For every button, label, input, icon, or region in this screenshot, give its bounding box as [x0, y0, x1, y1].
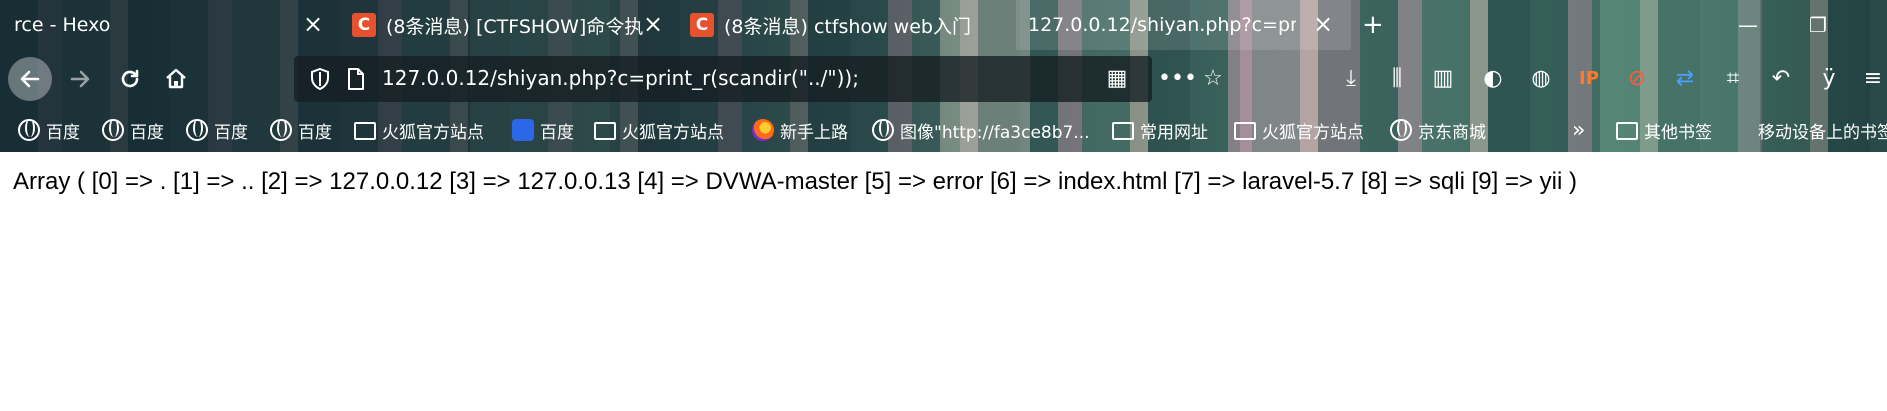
- bookmark-item[interactable]: 百度: [18, 117, 80, 143]
- bookmark-item[interactable]: 新手上路: [752, 117, 848, 143]
- bookmark-folder[interactable]: 火狐官方站点: [1234, 117, 1364, 143]
- bookmark-label: 百度: [298, 122, 332, 143]
- page-content: Array ( [0] => . [1] => .. [2] => 127.0.…: [0, 152, 1887, 411]
- bookmark-item[interactable]: 百度: [186, 117, 248, 143]
- bookmark-item[interactable]: 京东商城: [1390, 117, 1486, 143]
- home-button[interactable]: [154, 57, 198, 101]
- nav-toolbar: 127.0.0.12/shiyan.php?c=print_r(scandir(…: [0, 50, 1887, 108]
- bookmark-label: 火狐官方站点: [622, 122, 724, 143]
- bookmark-label: 火狐官方站点: [382, 122, 484, 143]
- close-tab-icon[interactable]: ×: [1311, 12, 1335, 36]
- block-icon[interactable]: ⊘: [1622, 64, 1652, 94]
- tab-title: 127.0.0.12/shiyan.php?c=print_r: [1028, 14, 1296, 36]
- tab-shiyan-active[interactable]: 127.0.0.12/shiyan.php?c=print_r ×: [1016, 0, 1351, 50]
- double-chevron-right-icon: »: [1572, 117, 1586, 143]
- bookmark-label: 其他书签: [1644, 122, 1712, 143]
- download-icon[interactable]: ⤓: [1336, 64, 1366, 94]
- close-tab-icon[interactable]: ×: [641, 12, 665, 36]
- arrow-right-icon: [70, 70, 90, 88]
- browser-chrome: rce - Hexo × C (8条消息) [CTFSHOW]命令执行 × C …: [0, 0, 1887, 152]
- globe-icon: [102, 119, 124, 141]
- close-tab-icon[interactable]: ×: [301, 12, 325, 36]
- php-output-text: Array ( [0] => . [1] => .. [2] => 127.0.…: [13, 168, 1577, 195]
- minimize-button[interactable]: —: [1720, 0, 1776, 50]
- tab-ctfshow-web[interactable]: C (8条消息) ctfshow web入门: [678, 0, 1013, 50]
- folder-icon: [354, 122, 376, 140]
- bookmark-item[interactable]: 图像"http://fa3ce8b7...: [872, 117, 1090, 143]
- tab-title: (8条消息) ctfshow web入门: [724, 15, 971, 38]
- address-bar[interactable]: 127.0.0.12/shiyan.php?c=print_r(scandir(…: [294, 56, 1152, 102]
- minimize-icon: —: [1738, 13, 1758, 37]
- bookmark-label: 火狐官方站点: [1262, 122, 1364, 143]
- plus-icon: +: [1362, 10, 1384, 40]
- menu-icon[interactable]: ≡: [1858, 64, 1887, 94]
- crop-icon[interactable]: ⌗: [1718, 64, 1748, 94]
- url-text[interactable]: 127.0.0.12/shiyan.php?c=print_r(scandir(…: [382, 66, 859, 90]
- reload-button[interactable]: [108, 57, 152, 101]
- undo-icon[interactable]: ↶: [1766, 64, 1796, 94]
- mobile-bookmarks-folder[interactable]: 移动设备上的书签: [1758, 117, 1887, 143]
- bookmarks-overflow-button[interactable]: »: [1572, 117, 1585, 143]
- extension-icon[interactable]: ÿ: [1814, 64, 1844, 94]
- tab-title: (8条消息) [CTFSHOW]命令执行: [386, 15, 644, 38]
- folder-icon: [1616, 122, 1638, 140]
- globe-icon: [1390, 119, 1412, 141]
- csdn-favicon-icon: C: [690, 13, 714, 37]
- library-icon[interactable]: ⫼: [1382, 64, 1412, 94]
- page-icon[interactable]: [344, 67, 368, 91]
- globe-icon: [270, 119, 292, 141]
- bookmark-item[interactable]: 百度: [270, 117, 332, 143]
- folder-icon: [594, 122, 616, 140]
- bookmarks-toolbar: 百度 百度 百度 百度 火狐官方站点 百度 火狐官方站点 新手上路 图像"htt…: [0, 108, 1887, 152]
- shield-icon[interactable]: [308, 67, 332, 91]
- bookmark-label: 百度: [214, 122, 248, 143]
- tab-strip: rce - Hexo × C (8条消息) [CTFSHOW]命令执行 × C …: [0, 0, 1887, 50]
- ip-icon[interactable]: IP: [1574, 64, 1604, 94]
- tab-ctfshow-command-exec[interactable]: C (8条消息) [CTFSHOW]命令执行 ×: [340, 0, 675, 50]
- folder-icon: [1112, 122, 1134, 140]
- tab-title: rce - Hexo: [14, 14, 111, 36]
- other-bookmarks-folder[interactable]: 其他书签: [1616, 117, 1712, 143]
- reload-icon: [121, 69, 139, 88]
- baidu-paw-icon: [512, 119, 534, 141]
- firefox-icon: [752, 119, 774, 141]
- bookmark-item[interactable]: 百度: [512, 117, 574, 143]
- home-icon: [166, 68, 186, 89]
- restore-icon: ❐: [1809, 13, 1827, 37]
- globe-icon: [186, 119, 208, 141]
- globe-icon: [872, 119, 894, 141]
- more-actions-icon[interactable]: •••: [1158, 64, 1197, 94]
- arrow-left-icon: [20, 70, 40, 88]
- bookmark-star-icon[interactable]: ☆: [1198, 64, 1228, 94]
- folder-icon: [1234, 122, 1256, 140]
- forward-button[interactable]: [58, 57, 102, 101]
- bookmark-label: 图像"http://fa3ce8b7...: [900, 122, 1090, 143]
- bookmark-label: 百度: [130, 122, 164, 143]
- qr-code-icon[interactable]: ▦: [1102, 64, 1132, 94]
- sync-icon[interactable]: ⇄: [1670, 64, 1700, 94]
- bookmark-label: 移动设备上的书签: [1758, 122, 1887, 143]
- bookmark-label: 百度: [46, 122, 80, 143]
- globe-icon: [18, 119, 40, 141]
- back-button[interactable]: [8, 57, 52, 101]
- bookmark-label: 京东商城: [1418, 122, 1486, 143]
- bookmark-folder[interactable]: 火狐官方站点: [354, 117, 484, 143]
- bookmark-label: 百度: [540, 122, 574, 143]
- csdn-favicon-icon: C: [352, 13, 376, 37]
- maximize-button[interactable]: ❐: [1790, 0, 1846, 50]
- sidebar-icon[interactable]: ▥: [1428, 64, 1458, 94]
- bookmark-label: 新手上路: [780, 122, 848, 143]
- bookmark-item[interactable]: 百度: [102, 117, 164, 143]
- bookmark-folder[interactable]: 火狐官方站点: [594, 117, 724, 143]
- account-icon[interactable]: ◐: [1478, 64, 1508, 94]
- network-globe-icon[interactable]: ◍: [1526, 64, 1556, 94]
- bookmark-label: 常用网址: [1140, 122, 1208, 143]
- tab-rce-hexo[interactable]: rce - Hexo ×: [0, 0, 335, 50]
- new-tab-button[interactable]: +: [1362, 0, 1402, 50]
- bookmark-folder[interactable]: 常用网址: [1112, 117, 1208, 143]
